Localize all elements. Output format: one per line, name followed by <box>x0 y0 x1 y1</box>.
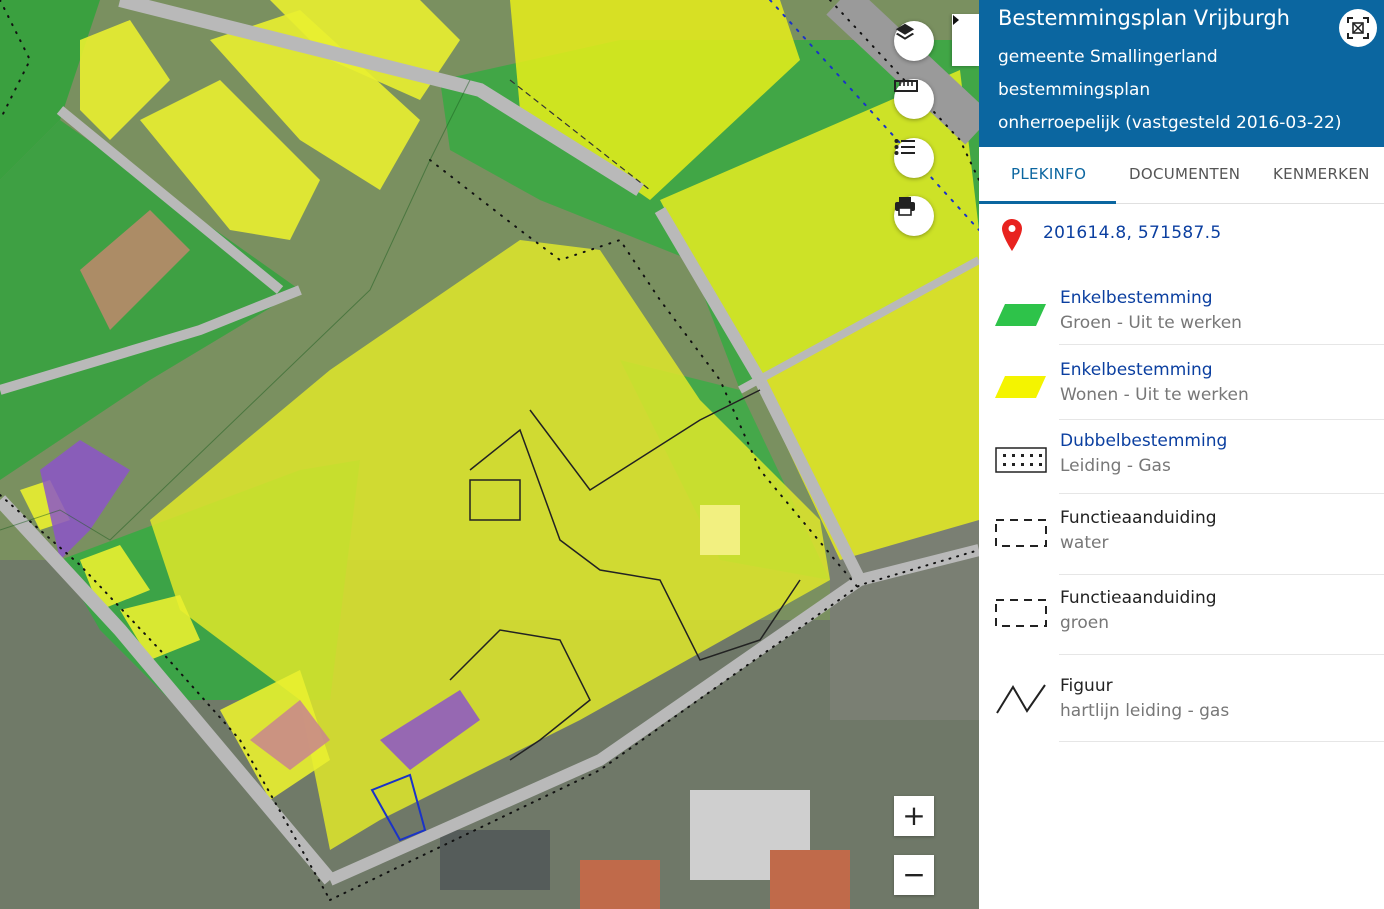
legend-category: Functieaanduiding <box>1060 508 1217 528</box>
fullscreen-button[interactable] <box>1339 9 1377 47</box>
layers-icon <box>895 23 915 40</box>
legend-separator <box>1059 654 1384 655</box>
legend-category-link[interactable]: Dubbelbestemming <box>1060 431 1227 451</box>
dotted-rectangle-icon <box>995 447 1047 473</box>
building-dark <box>440 830 550 890</box>
legend-category-link[interactable]: Enkelbestemming <box>1060 360 1213 380</box>
map-view[interactable]: + − <box>0 0 979 909</box>
legend-name: hartlijn leiding - gas <box>1060 701 1230 721</box>
yellow-parallelogram-icon <box>995 376 1046 398</box>
map-canvas[interactable] <box>0 0 979 909</box>
active-tab-indicator <box>979 201 1116 204</box>
legend-name: Groen - Uit te werken <box>1060 313 1242 333</box>
legend-name: groen <box>1060 613 1110 633</box>
dashed-rectangle-icon <box>995 599 1047 627</box>
coordinates-text: 201614.8, 571587.5 <box>1043 223 1222 243</box>
list-icon <box>894 139 915 155</box>
tennis-court-2 <box>770 850 850 909</box>
plan-type-text: bestemmingsplan <box>998 80 1151 100</box>
legend-name: Wonen - Uit te werken <box>1060 385 1249 405</box>
legend-separator <box>1059 574 1384 575</box>
info-panel: Bestemmingsplan Vrijburgh gemeente Small… <box>979 0 1384 909</box>
printer-icon <box>895 197 915 216</box>
layers-button[interactable] <box>894 21 934 61</box>
panel-header: Bestemmingsplan Vrijburgh gemeente Small… <box>979 0 1384 147</box>
municipality-text: gemeente Smallingerland <box>998 47 1218 67</box>
fullscreen-icon <box>1347 17 1369 39</box>
dashed-rectangle-icon <box>995 519 1047 547</box>
legend-category: Functieaanduiding <box>1060 588 1217 608</box>
tab-documenten[interactable]: DOCUMENTEN <box>1129 165 1240 183</box>
tennis-court-1 <box>580 860 660 909</box>
tab-kenmerken[interactable]: KENMERKEN <box>1273 165 1370 183</box>
plan-title: Bestemmingsplan Vrijburgh <box>998 6 1290 30</box>
legend-separator <box>1059 344 1384 345</box>
legend-category-link[interactable]: Enkelbestemming <box>1060 288 1213 308</box>
panel-collapse-toggle[interactable] <box>952 14 979 66</box>
legend-list-button[interactable] <box>894 138 934 178</box>
legend-category: Figuur <box>1060 676 1113 696</box>
legend-separator <box>1059 419 1384 420</box>
caret-right-icon <box>953 15 959 25</box>
ruler-icon <box>894 80 918 92</box>
measure-button[interactable] <box>894 79 934 119</box>
plan-status-text: onherroepelijk (vastgesteld 2016-03-22) <box>998 113 1342 133</box>
location-row: 201614.8, 571587.5 <box>979 215 1384 260</box>
print-button[interactable] <box>894 196 934 236</box>
legend-separator <box>1059 493 1384 494</box>
panel-tabs: PLEKINFO DOCUMENTEN KENMERKEN <box>979 147 1384 204</box>
zigzag-line-icon <box>996 684 1046 714</box>
map-marker-icon <box>1002 219 1022 251</box>
tab-plekinfo[interactable]: PLEKINFO <box>1011 165 1086 183</box>
legend-name: Leiding - Gas <box>1060 456 1171 476</box>
green-parallelogram-icon <box>995 304 1046 326</box>
legend-name: water <box>1060 533 1109 553</box>
zoom-out-button[interactable]: − <box>894 855 934 895</box>
zoom-in-button[interactable]: + <box>894 796 934 836</box>
legend-separator <box>1059 741 1384 742</box>
light-yellow-parcel <box>700 505 740 555</box>
